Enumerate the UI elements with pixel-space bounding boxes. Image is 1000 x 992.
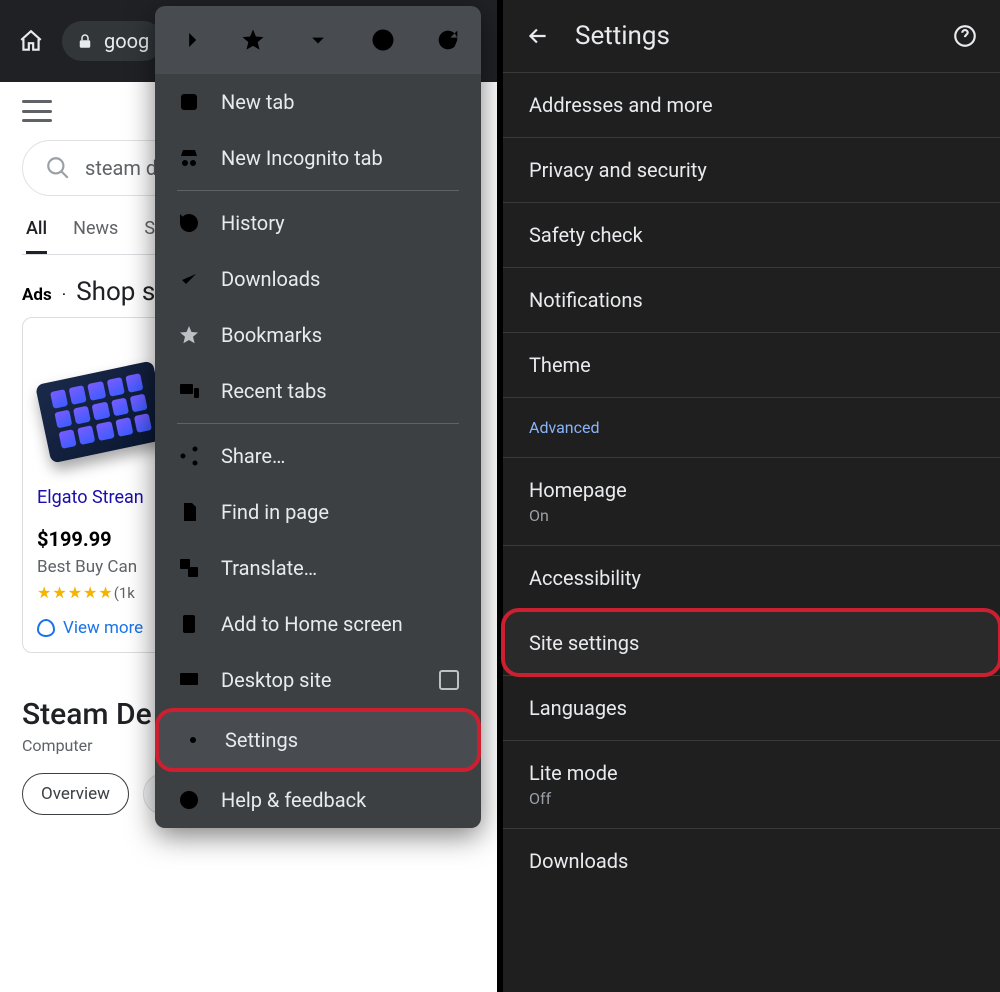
ads-label: Ads	[22, 285, 52, 305]
history-icon	[177, 211, 201, 235]
tab-all[interactable]: All	[26, 218, 47, 254]
settings-notifications[interactable]: Notifications	[503, 267, 1000, 332]
menu-settings[interactable]: Settings	[155, 708, 481, 772]
desktop-icon	[177, 668, 201, 692]
settings-header: Settings	[503, 0, 1000, 72]
settings-theme[interactable]: Theme	[503, 332, 1000, 397]
hamburger-icon[interactable]	[22, 100, 52, 122]
settings-downloads[interactable]: Downloads	[503, 828, 1000, 893]
product-store: Best Buy Can	[37, 557, 167, 577]
plus-square-icon	[177, 90, 201, 114]
download-done-icon	[177, 267, 201, 291]
menu-label: New Incognito tab	[221, 146, 383, 170]
menu-label: Help & feedback	[221, 788, 366, 812]
menu-divider	[177, 190, 459, 191]
back-icon[interactable]	[525, 23, 551, 49]
settings-privacy[interactable]: Privacy and security	[503, 137, 1000, 202]
menu-translate[interactable]: Translate…	[155, 540, 481, 596]
download-icon[interactable]	[304, 26, 332, 54]
lock-icon	[76, 32, 94, 50]
product-title: Elgato Strean	[37, 487, 167, 511]
chrome-settings-screen: Settings Addresses and more Privacy and …	[503, 0, 1000, 992]
menu-label: Downloads	[221, 267, 320, 291]
tab-news[interactable]: News	[73, 218, 118, 254]
menu-label: Share…	[221, 444, 285, 468]
menu-label: Bookmarks	[221, 323, 322, 347]
star-icon: ★★★★★	[37, 583, 114, 602]
menu-label: Translate…	[221, 556, 317, 580]
menu-history[interactable]: History	[155, 195, 481, 251]
settings-lite-mode[interactable]: Lite mode Off	[503, 740, 1000, 828]
settings-advanced-header: Advanced	[503, 397, 1000, 457]
star-icon[interactable]	[239, 26, 267, 54]
menu-find[interactable]: Find in page	[155, 484, 481, 540]
search-icon	[45, 155, 71, 181]
settings-addresses[interactable]: Addresses and more	[503, 72, 1000, 137]
menu-divider	[177, 423, 459, 424]
view-more-link[interactable]: View more	[37, 618, 167, 638]
menu-downloads[interactable]: Downloads	[155, 251, 481, 307]
menu-label: Settings	[225, 728, 298, 752]
forward-icon[interactable]	[174, 26, 202, 54]
menu-recent-tabs[interactable]: Recent tabs	[155, 363, 481, 419]
menu-top-actions	[155, 6, 481, 74]
incognito-icon	[177, 146, 201, 170]
url-host: goog	[104, 29, 149, 53]
menu-incognito[interactable]: New Incognito tab	[155, 130, 481, 186]
menu-label: New tab	[221, 90, 295, 114]
chrome-overflow-menu: New tab New Incognito tab History Downlo…	[155, 6, 481, 828]
chrome-browser-screenshot: goog steam d All News S Ads· Shop st Elg…	[0, 0, 497, 992]
menu-label: Add to Home screen	[221, 612, 403, 636]
settings-safety-check[interactable]: Safety check	[503, 202, 1000, 267]
menu-label: Recent tabs	[221, 379, 327, 403]
product-price: $199.99	[37, 527, 167, 551]
chip-overview[interactable]: Overview	[22, 773, 129, 815]
settings-title: Settings	[575, 21, 928, 51]
review-count: (1k	[114, 584, 135, 602]
menu-label: History	[221, 211, 285, 235]
star-fill-icon	[177, 323, 201, 347]
settings-languages[interactable]: Languages	[503, 675, 1000, 740]
menu-label: Desktop site	[221, 668, 331, 692]
menu-help[interactable]: Help & feedback	[155, 772, 481, 828]
settings-homepage[interactable]: Homepage On	[503, 457, 1000, 545]
settings-accessibility[interactable]: Accessibility	[503, 545, 1000, 610]
product-rating: ★★★★★(1k	[37, 583, 167, 602]
devices-icon	[177, 379, 201, 403]
shop-label: Shop st	[76, 277, 164, 307]
menu-bookmarks[interactable]: Bookmarks	[155, 307, 481, 363]
menu-add-home[interactable]: Add to Home screen	[155, 596, 481, 652]
view-more-label: View more	[63, 618, 143, 638]
translate-icon	[177, 556, 201, 580]
help-icon	[177, 788, 201, 812]
settings-site-settings[interactable]: Site settings	[503, 610, 1000, 675]
eye-icon	[37, 619, 55, 637]
gear-icon	[181, 728, 205, 752]
find-in-page-icon	[177, 500, 201, 524]
tab-more[interactable]: S	[144, 218, 155, 254]
menu-label: Find in page	[221, 500, 329, 524]
menu-share[interactable]: Share…	[155, 428, 481, 484]
home-icon[interactable]	[18, 28, 44, 54]
search-query: steam d	[85, 156, 157, 180]
menu-desktop-site[interactable]: Desktop site	[155, 652, 481, 708]
refresh-icon[interactable]	[434, 26, 462, 54]
product-image	[37, 332, 167, 477]
menu-new-tab[interactable]: New tab	[155, 74, 481, 130]
desktop-site-checkbox[interactable]	[439, 670, 459, 690]
address-bar[interactable]: goog	[62, 21, 163, 61]
help-icon[interactable]	[952, 23, 978, 49]
info-icon[interactable]	[369, 26, 397, 54]
add-home-icon	[177, 612, 201, 636]
share-icon	[177, 444, 201, 468]
